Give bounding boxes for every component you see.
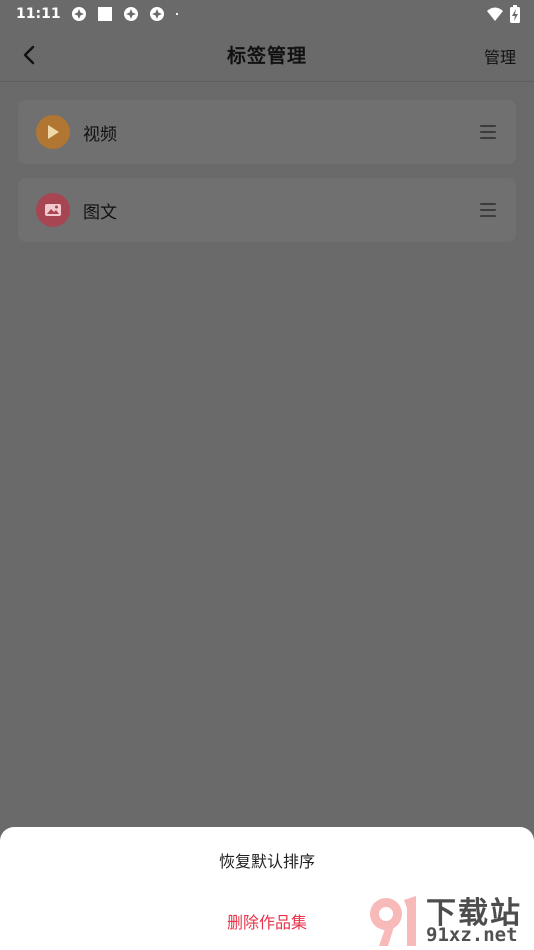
status-bar: 11:11 [0,0,534,28]
chevron-left-icon [23,45,35,65]
status-time: 11:11 [16,6,61,22]
tag-list: 视频 图文 [18,100,516,256]
watermark-domain: 91xz.net [426,924,518,946]
drag-handle-icon[interactable] [480,125,496,139]
status-right [486,5,520,23]
image-icon [45,204,61,216]
notification-icon [149,7,164,21]
image-tag-icon [36,193,70,227]
notification-icon [123,7,138,21]
page-title: 标签管理 [226,45,307,67]
wifi-icon [487,7,503,21]
tag-label: 视频 [83,124,117,145]
video-tag-icon [36,115,70,149]
notification-icon [71,7,86,21]
watermark-logo: 下载站 91xz.net [360,890,530,948]
header-bar: 标签管理 管理 [0,28,534,82]
tag-item-image-text[interactable]: 图文 [18,178,516,242]
manage-button[interactable]: 管理 [484,44,516,68]
play-icon [48,125,59,139]
drag-handle-icon[interactable] [480,203,496,217]
status-left: 11:11 [16,6,183,22]
restore-default-order-button[interactable]: 恢复默认排序 [0,848,534,872]
tag-item-video[interactable]: 视频 [18,100,516,164]
back-button[interactable] [16,42,42,68]
dot-icon [175,12,178,16]
battery-charging-icon [510,5,520,23]
stop-icon [97,7,112,21]
tag-label: 图文 [83,202,117,223]
